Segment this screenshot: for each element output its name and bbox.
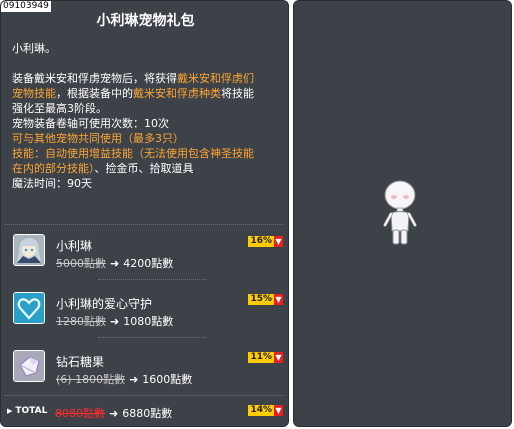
desc-line: 小利琳。	[12, 42, 56, 55]
total-price: 8080點數 ➜ 6880點數	[55, 405, 172, 421]
old-price: 1280點數	[56, 315, 106, 328]
divider	[5, 224, 284, 225]
package-item-pet[interactable]: 小利琳 5000點數 ➜ 4200點數 16% ▼	[13, 234, 285, 270]
product-price: (6) 1800點數 ➜ 1600點數	[56, 371, 192, 387]
pet-girl-icon	[13, 234, 45, 266]
total-new-price: 6880點數	[122, 407, 173, 420]
desc-line: 宠物装备卷轴可使用次数：10次	[12, 117, 169, 130]
product-name: 钻石糖果	[56, 355, 105, 369]
arrow-icon: ➜	[109, 407, 119, 420]
desc-highlight: 戴米安和俘虏种类	[133, 87, 221, 100]
desc-line: 可与其他宠物共同使用（最多3只）	[12, 132, 184, 145]
arrow-icon: ➜	[110, 315, 120, 328]
heart-icon	[13, 292, 45, 324]
desc-line: 装备戴米安和俘虏宠物后，将获得戴米安和俘虏们	[12, 71, 282, 86]
arrow-icon: ➜	[129, 373, 139, 386]
total-label-text: TOTAL	[15, 406, 48, 416]
product-price: 1280點數 ➜ 1080點數	[56, 313, 173, 329]
total-label: ▶ TOTAL	[7, 406, 47, 416]
discount-badge: 16% ▼	[248, 236, 283, 247]
discount-percent: 15%	[248, 294, 274, 305]
desc-line: 强化至最高3阶段。	[12, 102, 107, 115]
character-preview-panel	[293, 0, 512, 427]
desc-text: 将技能	[221, 87, 254, 100]
down-arrow-icon: ▼	[274, 236, 283, 247]
divider	[98, 337, 206, 338]
desc-line: 技能：自动使用增益技能（无法使用包含神圣技能	[12, 147, 254, 160]
arrow-icon: ➜	[110, 257, 120, 270]
item-title: 小利琳宠物礼包	[96, 13, 195, 29]
desc-highlight: 在内的部分技能）	[12, 162, 95, 175]
character-avatar	[380, 179, 420, 250]
down-arrow-icon: ▼	[274, 352, 283, 363]
discount-badge: 14% ▼	[248, 405, 283, 416]
discount-badge: 15% ▼	[248, 294, 283, 305]
new-price: 1600點數	[142, 373, 193, 386]
total-row: ▶ TOTAL 8080點數 ➜ 6880點數 14% ▼	[7, 404, 285, 420]
product-name: 小利琳的爱心守护	[56, 297, 153, 311]
total-old-price: 8080點數	[55, 407, 105, 420]
desc-text: 装备戴米安和俘虏宠物后，将获得	[12, 72, 177, 85]
new-price: 4200點數	[123, 257, 174, 270]
down-arrow-icon: ▼	[274, 294, 283, 305]
desc-text: 、捡金币、拾取道具	[94, 162, 194, 175]
new-price: 1080點數	[123, 315, 174, 328]
item-tooltip-panel: 09103949 小利琳宠物礼包 小利琳。 装备戴米安和俘虏宠物后，将获得戴米安…	[0, 0, 289, 427]
down-arrow-icon: ▼	[274, 405, 283, 416]
desc-line: 魔法时间：90天	[12, 177, 92, 190]
discount-percent: 14%	[248, 405, 274, 416]
divider	[5, 395, 284, 396]
discount-percent: 16%	[248, 236, 274, 247]
package-item-candy[interactable]: 钻石糖果 (6) 1800點數 ➜ 1600點數 11% ▼	[13, 350, 285, 386]
product-price: 5000點數 ➜ 4200點數	[56, 255, 173, 271]
old-price: 5000點數	[56, 257, 106, 270]
desc-highlight: 宠物技能	[12, 87, 56, 100]
desc-line: 宠物技能，根据装备中的戴米安和俘虏种类将技能	[12, 86, 282, 101]
divider	[98, 279, 206, 280]
desc-text: ，根据装备中的	[56, 87, 133, 100]
discount-badge: 11% ▼	[248, 352, 283, 363]
diamond-candy-icon	[13, 350, 45, 382]
bullet-icon: ▶	[7, 407, 13, 415]
desc-highlight: 戴米安和俘虏们	[177, 72, 254, 85]
package-item-heart[interactable]: 小利琳的爱心守护 1280點數 ➜ 1080點數 15% ▼	[13, 292, 285, 328]
old-price: (6) 1800點數	[56, 373, 126, 386]
product-name: 小利琳	[56, 239, 93, 253]
desc-line: 在内的部分技能）、捡金币、拾取道具	[12, 161, 282, 176]
discount-percent: 11%	[248, 352, 274, 363]
item-description: 小利琳。 装备戴米安和俘虏宠物后，将获得戴米安和俘虏们 宠物技能，根据装备中的戴…	[12, 41, 282, 191]
